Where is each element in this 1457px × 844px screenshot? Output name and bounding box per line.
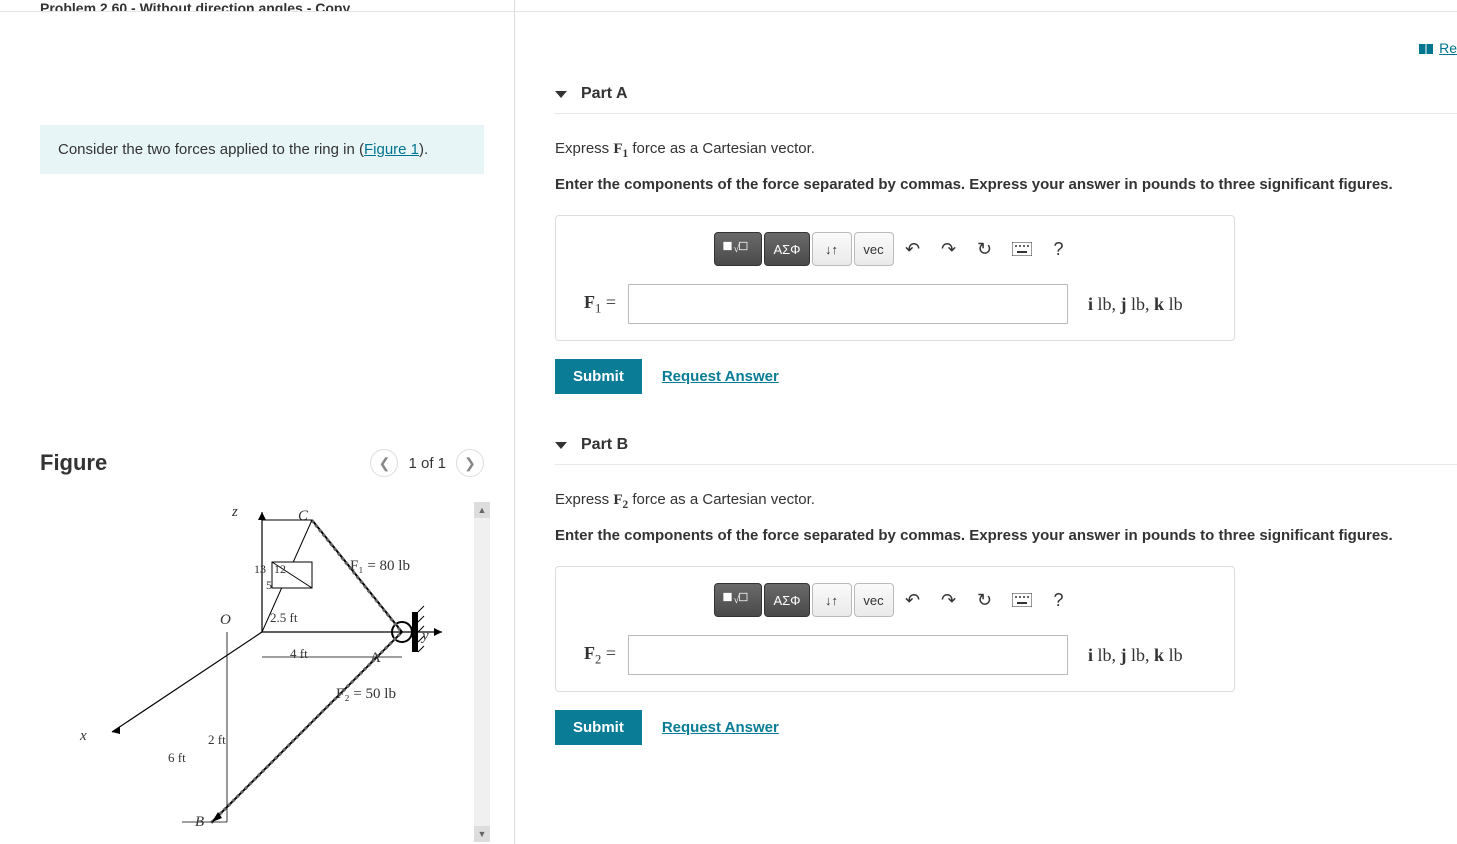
scroll-down-icon[interactable]: ▼ [474, 826, 490, 842]
vec-button[interactable]: vec [854, 232, 894, 266]
figure-title: Figure [40, 450, 107, 476]
subscript-button[interactable]: ↓↑ [812, 232, 852, 266]
svg-text:√: √ [734, 243, 740, 255]
part-a-request-answer-link[interactable]: Request Answer [662, 368, 779, 385]
part-b-answer-input[interactable] [628, 635, 1068, 675]
figure-link[interactable]: Figure 1 [364, 141, 419, 158]
label-tri-c: 5 [266, 578, 272, 593]
equation-toolbar: √ ΑΣΦ ↓↑ vec ↶ ↷ ↻ ? [572, 583, 1218, 617]
part-b: Part B Express F2 force as a Cartesian v… [555, 426, 1457, 745]
label-d2: 4 ft [290, 646, 308, 662]
part-b-instruction: Enter the components of the force separa… [555, 525, 1447, 546]
keyboard-button[interactable] [1004, 583, 1040, 617]
part-b-header[interactable]: Part B [555, 426, 1457, 465]
reset-button[interactable]: ↻ [968, 583, 1002, 617]
figure-next-button[interactable]: ❯ [456, 449, 484, 477]
equation-toolbar: √ ΑΣΦ ↓↑ vec ↶ ↷ ↻ ? [572, 232, 1218, 266]
part-a-units: i lb, j lb, k lb [1088, 294, 1183, 315]
greek-button[interactable]: ΑΣΦ [764, 232, 809, 266]
label-d3: 2 ft [208, 732, 226, 748]
label-A: A [370, 650, 381, 667]
templates-button[interactable]: √ [714, 232, 762, 266]
part-b-answer-box: √ ΑΣΦ ↓↑ vec ↶ ↷ ↻ ? F2 = [555, 566, 1235, 692]
part-b-title: Part B [581, 436, 628, 454]
subscript-button[interactable]: ↓↑ [812, 583, 852, 617]
figure-prev-button[interactable]: ❮ [370, 449, 398, 477]
part-b-units: i lb, j lb, k lb [1088, 645, 1183, 666]
label-C: C [298, 508, 308, 525]
caret-down-icon [555, 91, 567, 98]
redo-button[interactable]: ↷ [932, 583, 966, 617]
part-a-instruction: Enter the components of the force separa… [555, 174, 1447, 195]
part-a-answer-label: F1 = [572, 292, 616, 317]
label-F2: F₂ = 50 lb [336, 686, 396, 703]
undo-button[interactable]: ↶ [896, 232, 930, 266]
part-b-submit-button[interactable]: Submit [555, 710, 642, 745]
templates-button[interactable]: √ [714, 583, 762, 617]
label-z: z [232, 504, 238, 521]
figure-counter: 1 of 1 [408, 455, 446, 472]
label-tri-b: 12 [274, 562, 286, 577]
part-a-answer-box: √ ΑΣΦ ↓↑ vec ↶ ↷ ↻ ? F1 = [555, 215, 1235, 341]
review-link[interactable]: Re [1419, 40, 1457, 56]
figure-header: Figure ❮ 1 of 1 ❯ [40, 449, 484, 477]
keyboard-button[interactable] [1004, 232, 1040, 266]
help-button[interactable]: ? [1042, 583, 1076, 617]
redo-button[interactable]: ↷ [932, 232, 966, 266]
figure-image: z C O A y x B F₁ = 80 lb F₂ = 50 lb 2.5 … [40, 502, 484, 842]
vec-button[interactable]: vec [854, 583, 894, 617]
diagram-svg [62, 502, 462, 832]
left-pane: Consider the two forces applied to the r… [0, 0, 515, 844]
label-O: O [220, 612, 231, 629]
part-b-answer-label: F2 = [572, 643, 616, 668]
right-pane: Re Part A Express F1 force as a Cartesia… [515, 0, 1457, 844]
part-b-request-answer-link[interactable]: Request Answer [662, 719, 779, 736]
statement-text-suffix: ). [419, 141, 428, 158]
keyboard-icon [1012, 593, 1032, 607]
part-a-header[interactable]: Part A [555, 75, 1457, 114]
reset-button[interactable]: ↻ [968, 232, 1002, 266]
part-a-submit-button[interactable]: Submit [555, 359, 642, 394]
greek-button[interactable]: ΑΣΦ [764, 583, 809, 617]
part-a-answer-input[interactable] [628, 284, 1068, 324]
problem-statement: Consider the two forces applied to the r… [40, 125, 484, 174]
scroll-up-icon[interactable]: ▲ [474, 502, 490, 518]
label-F1: F₁ = 80 lb [350, 558, 410, 575]
figure-nav: ❮ 1 of 1 ❯ [370, 449, 484, 477]
keyboard-icon [1012, 242, 1032, 256]
label-tri-a: 13 [254, 562, 266, 577]
svg-text:√: √ [734, 594, 740, 606]
label-d1: 2.5 ft [270, 610, 297, 626]
statement-text-prefix: Consider the two forces applied to the r… [58, 141, 364, 158]
caret-down-icon [555, 442, 567, 449]
part-b-prompt: Express F2 force as a Cartesian vector. [555, 491, 1447, 511]
part-a-prompt: Express F1 force as a Cartesian vector. [555, 140, 1447, 160]
part-a: Part A Express F1 force as a Cartesian v… [555, 75, 1457, 394]
part-a-title: Part A [581, 85, 628, 103]
help-button[interactable]: ? [1042, 232, 1076, 266]
figure-scrollbar[interactable]: ▲ ▼ [474, 502, 490, 842]
label-y: y [422, 628, 429, 645]
undo-button[interactable]: ↶ [896, 583, 930, 617]
label-x: x [80, 728, 87, 745]
label-d4: 6 ft [168, 750, 186, 766]
label-B: B [195, 814, 204, 831]
